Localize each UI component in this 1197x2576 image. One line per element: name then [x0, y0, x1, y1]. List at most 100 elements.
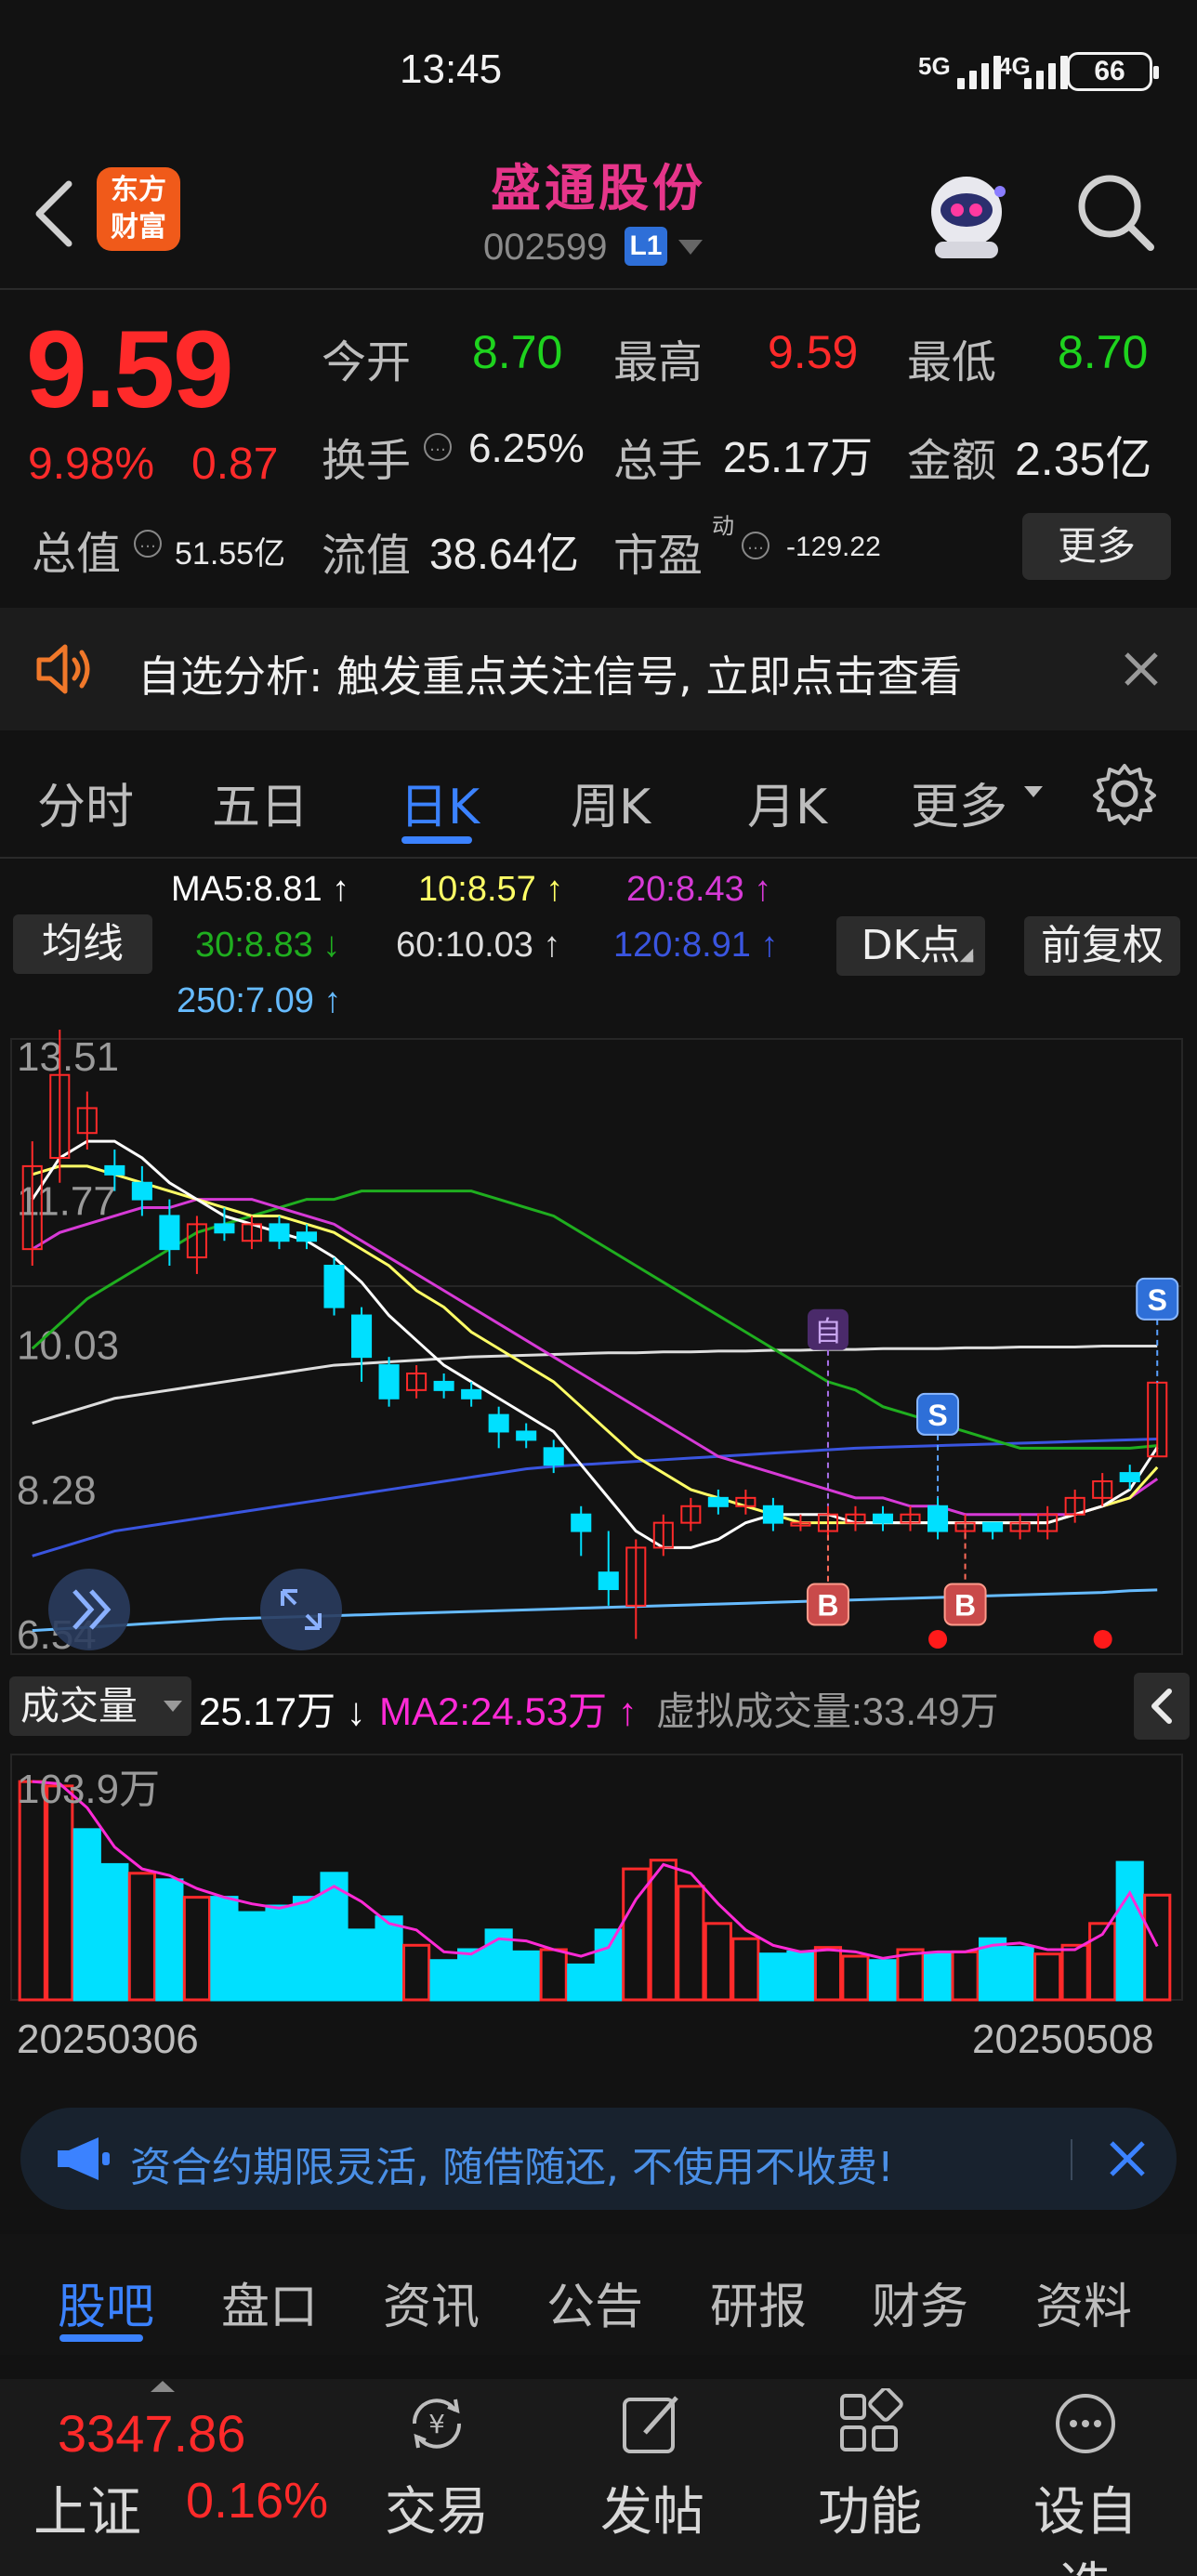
volume-arrow: ↓: [346, 1689, 366, 1733]
index-percent[interactable]: 0.16%: [186, 2472, 328, 2530]
robot-assistant-icon[interactable]: [916, 164, 1017, 264]
volume-indicator-chip[interactable]: 成交量: [9, 1676, 191, 1736]
volume-bar: [100, 1862, 129, 2002]
index-name[interactable]: 上证: [33, 2468, 141, 2546]
stock-name: 盛通股份: [491, 159, 706, 217]
close-icon[interactable]: [1119, 647, 1164, 691]
volume-bar: [1115, 1860, 1144, 2002]
buy-marker-label: B: [954, 1588, 976, 1622]
total-value-label: 总值: [32, 528, 122, 580]
nav-functions-label: 功能: [818, 2482, 922, 2543]
ma-selector-chip[interactable]: 均线: [13, 914, 152, 974]
chevron-down-icon[interactable]: [678, 240, 703, 255]
ma-selector-label: 均线: [42, 920, 124, 967]
float-value: 38.64亿: [429, 530, 580, 578]
fullscreen-button[interactable]: [260, 1569, 342, 1650]
index-value[interactable]: 3347.86: [58, 2403, 245, 2464]
volume-y-label: 103.9万: [17, 1767, 160, 1812]
volume-value: 25.17万 ↓: [199, 1680, 366, 1737]
volume-bar: [567, 1963, 596, 2002]
tab-research[interactable]: 研报: [710, 2267, 807, 2337]
ma20-label: 20:8.43 ↑: [626, 870, 771, 910]
tab-daily-k[interactable]: 日K: [400, 768, 480, 837]
candle-body: [323, 1264, 345, 1308]
tab-more[interactable]: 更多: [911, 768, 1007, 837]
dk-point-chip[interactable]: DK点: [836, 916, 985, 976]
candle-body: [488, 1413, 509, 1433]
more-button[interactable]: 更多: [1022, 513, 1171, 580]
pe-value: -129.22: [786, 532, 881, 562]
battery-icon: 66: [1067, 52, 1159, 91]
collapse-panel-icon[interactable]: [1134, 1673, 1190, 1740]
tab-announcements[interactable]: 公告: [546, 2267, 643, 2337]
candle-body: [351, 1314, 373, 1359]
notice-bar[interactable]: 自选分析: 触发重点关注信号, 立即点击查看: [0, 608, 1197, 730]
ma250-line: [32, 1588, 1158, 1633]
candle-body: [433, 1380, 454, 1391]
search-icon[interactable]: [1071, 167, 1160, 256]
tab-forum[interactable]: 股吧: [58, 2267, 154, 2337]
promo-text[interactable]: 资合约期限灵活, 随借随还, 不使用不收费!: [130, 2134, 894, 2193]
y-tick-label: 10.03: [17, 1323, 119, 1369]
nav-add-watchlist[interactable]: 设自选: [1011, 2388, 1160, 2576]
ma60-label: 60:10.03 ↑: [396, 926, 560, 966]
candle-body: [982, 1521, 1004, 1532]
chevron-down-icon: [164, 1701, 182, 1712]
candle-body: [927, 1505, 949, 1532]
candle-body: [214, 1223, 235, 1234]
tab-weekly-k[interactable]: 周K: [571, 768, 651, 837]
promo-banner[interactable]: 资合约期限灵活, 随借随还, 不使用不收费!: [20, 2108, 1177, 2210]
current-price: 9.59: [26, 309, 234, 431]
nav-trade[interactable]: ¥ 交易: [362, 2388, 511, 2565]
volume-bar: [155, 1878, 184, 2002]
volume-bar: [649, 1859, 677, 2002]
ma20-value: 20:8.43: [626, 870, 744, 909]
megaphone-icon: [58, 2137, 110, 2180]
volume-bar: [923, 1952, 953, 2002]
gear-icon[interactable]: [1091, 760, 1158, 827]
info-icon[interactable]: …: [742, 532, 770, 559]
tab-intraday[interactable]: 分时: [37, 768, 134, 837]
chevron-up-icon[interactable]: [149, 2379, 177, 2394]
tab-five-day[interactable]: 五日: [212, 768, 309, 837]
volume-bar: [1143, 1893, 1172, 2002]
tab-finance[interactable]: 财务: [872, 2267, 968, 2337]
dk-point-label: DK点: [861, 922, 961, 969]
info-icon[interactable]: …: [134, 530, 162, 558]
volume-bar: [731, 1937, 760, 2002]
tab-profile[interactable]: 资料: [1035, 2267, 1132, 2337]
candle-body: [598, 1571, 619, 1591]
nav-post[interactable]: 发帖: [578, 2388, 727, 2565]
kline-chart[interactable]: 13.5111.7710.038.286.54自BSBS: [0, 1030, 1197, 1663]
volume-bar: [18, 1780, 46, 2002]
amount-label: 金额: [907, 435, 997, 487]
network-5g-label: 5G: [918, 52, 951, 80]
volume-bar: [429, 1959, 458, 2002]
tab-monthly-k[interactable]: 月K: [747, 768, 827, 837]
date-end: 20250508: [972, 2017, 1154, 2062]
info-icon[interactable]: …: [424, 433, 452, 461]
volume-bar: [1060, 1943, 1089, 2002]
notice-text[interactable]: 自选分析: 触发重点关注信号, 立即点击查看: [138, 643, 962, 704]
close-icon[interactable]: [1104, 2136, 1151, 2182]
candle-body: [461, 1388, 482, 1400]
tabs-divider: [0, 857, 1197, 859]
volume-value: 25.17万: [723, 433, 874, 481]
tab-news[interactable]: 资讯: [383, 2267, 480, 2337]
volume-bar: [868, 1959, 898, 2002]
ma30-label: 30:8.83 ↓: [195, 926, 340, 966]
candle-body: [707, 1496, 729, 1507]
candle-body: [296, 1231, 318, 1242]
tab-orderbook[interactable]: 盘口: [221, 2267, 318, 2337]
chevron-down-icon[interactable]: [1024, 786, 1043, 797]
header-divider: [0, 288, 1197, 290]
ma20-arrow: ↑: [754, 870, 772, 909]
level-badge[interactable]: L1: [625, 227, 667, 266]
nav-functions[interactable]: 功能: [796, 2388, 944, 2565]
active-tab-indicator: [401, 836, 472, 844]
volume-bar: [237, 1911, 267, 2002]
status-time: 13:45: [400, 46, 503, 92]
ma10-value: 10:8.57: [418, 870, 536, 909]
price-adjust-chip[interactable]: 前复权: [1024, 916, 1180, 976]
volume-chart[interactable]: 103.9万: [0, 1745, 1197, 2005]
